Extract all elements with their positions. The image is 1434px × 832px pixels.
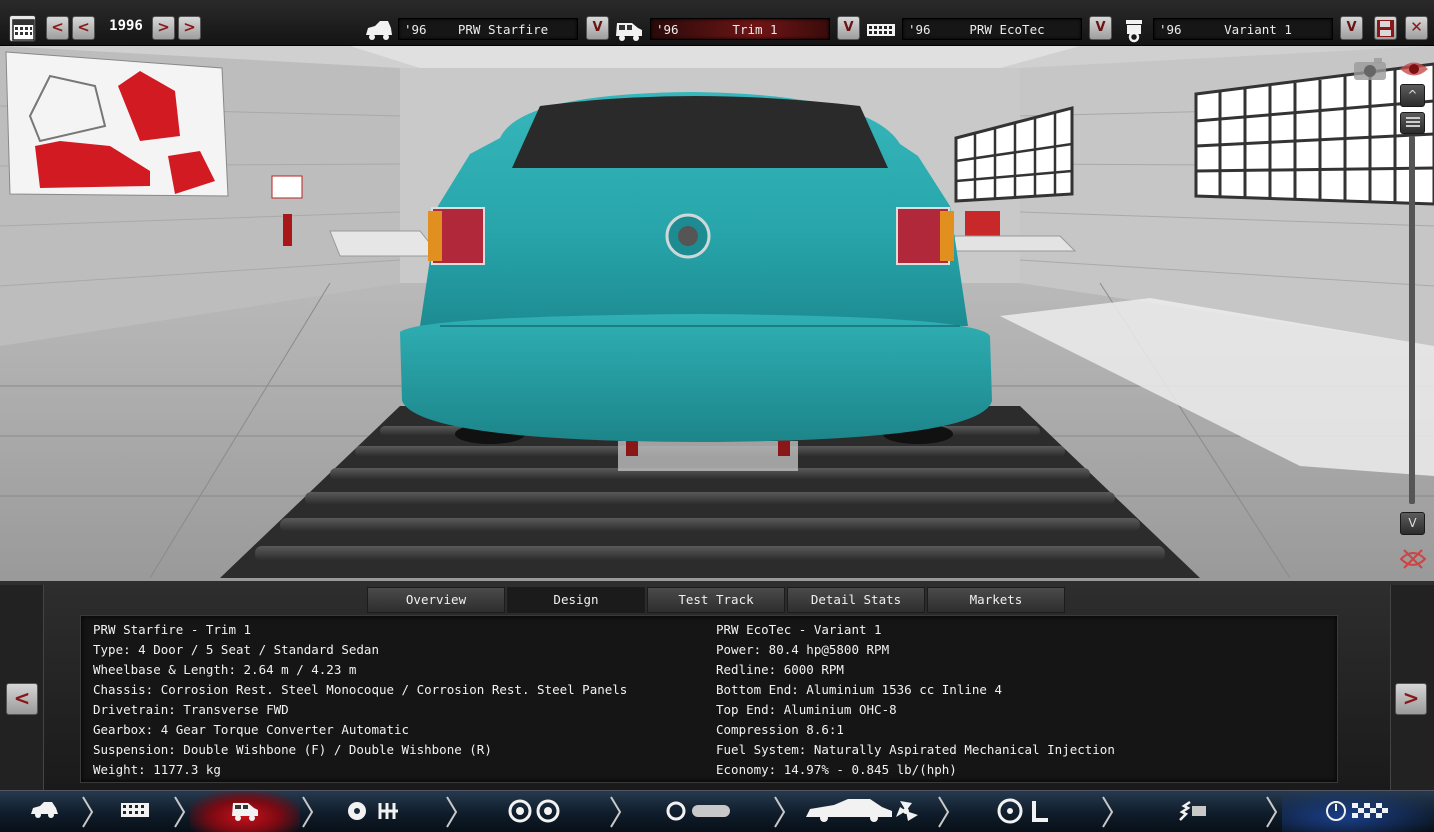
step-separator-icon	[446, 796, 458, 828]
engine-summary-title: PRW EcoTec - Variant 1	[716, 622, 882, 637]
reset-view-icon[interactable]	[1398, 544, 1428, 574]
stat-drivetrain: Drivetrain: Transverse FWD	[93, 702, 289, 717]
stat-compression: Compression 8.6:1	[716, 722, 844, 737]
save-button[interactable]	[1374, 16, 1397, 40]
nav-drivetrain[interactable]	[318, 791, 446, 832]
step-separator-icon	[82, 796, 94, 828]
engine-field[interactable]: '96 PRW EcoTec	[902, 18, 1082, 40]
model-field[interactable]: '96 PRW Starfire	[398, 18, 578, 40]
step-separator-icon	[174, 796, 186, 828]
car-trim-icon	[232, 803, 258, 821]
step-separator-icon	[1266, 796, 1278, 828]
tab-design[interactable]: Design	[507, 587, 645, 613]
car-trim-icon	[614, 17, 644, 43]
stat-wheelbase: Wheelbase & Length: 2.64 m / 4.23 m	[93, 662, 357, 677]
car-body-icon	[31, 802, 58, 818]
year-next-button[interactable]: >	[152, 16, 175, 40]
wheels-icon	[508, 799, 560, 823]
step-separator-icon	[302, 796, 314, 828]
stat-weight: Weight: 1177.3 kg	[93, 762, 221, 777]
stat-redline: Redline: 6000 RPM	[716, 662, 844, 677]
variant-dropdown-button[interactable]: V	[1340, 16, 1363, 40]
nav-model[interactable]	[0, 791, 88, 832]
zoom-scrollbar[interactable]	[1409, 136, 1415, 504]
aero-icon	[806, 799, 918, 822]
panel-prev-button[interactable]: <	[6, 683, 38, 715]
piston-icon	[1120, 17, 1150, 43]
stat-chassis: Chassis: Corrosion Rest. Steel Monocoque…	[93, 682, 628, 697]
car-body-icon	[364, 17, 394, 43]
info-panel: Overview Design Test Track Detail Stats …	[0, 578, 1434, 791]
chassis-icon	[121, 803, 149, 817]
step-separator-icon	[938, 796, 950, 828]
nav-body-fixtures[interactable]	[626, 791, 774, 832]
body-design-icon	[666, 801, 730, 821]
panel-next-button[interactable]: >	[1395, 683, 1427, 715]
engine-dropdown-button[interactable]: V	[1089, 16, 1112, 40]
engine-icon	[866, 17, 896, 43]
nav-suspension[interactable]	[1118, 791, 1266, 832]
stat-gearbox: Gearbox: 4 Gear Torque Converter Automat…	[93, 722, 410, 737]
step-separator-icon	[774, 796, 786, 828]
scroll-down-button[interactable]: V	[1400, 512, 1425, 535]
zoom-slider-handle[interactable]	[1400, 112, 1425, 134]
garage-scene	[0, 46, 1434, 578]
suspension-icon	[1179, 800, 1206, 821]
trim-field[interactable]: '96 Trim 1	[650, 18, 830, 40]
car-3d-viewport[interactable]: ^ V	[0, 46, 1434, 578]
nav-wheels[interactable]	[462, 791, 610, 832]
tab-detail-stats[interactable]: Detail Stats	[787, 587, 925, 613]
camera-icon[interactable]	[1352, 56, 1388, 82]
stat-fuel-system: Fuel System: Naturally Aspirated Mechani…	[716, 742, 1115, 757]
model-dropdown-button[interactable]: V	[586, 16, 609, 40]
nav-trim[interactable]	[190, 791, 300, 832]
top-toolbar: < < 1996 > > '96 PRW Starfire V '96 Trim 1…	[0, 0, 1434, 46]
calendar-icon[interactable]	[9, 15, 36, 42]
step-separator-icon	[1102, 796, 1114, 828]
nav-interior[interactable]	[954, 791, 1102, 832]
interior-icon	[997, 798, 1048, 824]
year-prev-fast-button[interactable]: <	[46, 16, 69, 40]
trim-dropdown-button[interactable]: V	[837, 16, 860, 40]
step-separator-icon	[610, 796, 622, 828]
stat-economy: Economy: 14.97% - 0.845 lb/(hph)	[716, 762, 957, 777]
nav-chassis[interactable]	[96, 791, 174, 832]
tab-test-track[interactable]: Test Track	[647, 587, 785, 613]
save-icon	[1377, 20, 1394, 37]
car-summary-title: PRW Starfire - Trim 1	[93, 622, 252, 637]
nav-testing[interactable]	[1282, 791, 1434, 832]
year-display: 1996	[109, 18, 143, 34]
tab-markets[interactable]: Markets	[927, 587, 1065, 613]
drivetrain-icon	[348, 802, 398, 820]
stat-suspension: Suspension: Double Wishbone (F) / Double…	[93, 742, 492, 757]
stats-box: PRW Starfire - Trim 1 Type: 4 Door / 5 S…	[80, 615, 1338, 783]
year-next-fast-button[interactable]: >	[178, 16, 201, 40]
scroll-up-button[interactable]: ^	[1400, 84, 1425, 107]
tab-overview[interactable]: Overview	[367, 587, 505, 613]
variant-field[interactable]: '96 Variant 1	[1153, 18, 1333, 40]
design-steps-nav	[0, 790, 1434, 832]
test-icon	[1326, 801, 1388, 821]
stat-bottom-end: Bottom End: Aluminium 1536 cc Inline 4	[716, 682, 1002, 697]
stat-type: Type: 4 Door / 5 Seat / Standard Sedan	[93, 642, 379, 657]
stat-top-end: Top End: Aluminium OHC-8	[716, 702, 897, 717]
close-button[interactable]: ✕	[1405, 16, 1428, 40]
nav-aero[interactable]	[790, 791, 938, 832]
eye-icon[interactable]	[1398, 56, 1430, 82]
year-prev-button[interactable]: <	[72, 16, 95, 40]
stat-power: Power: 80.4 hp@5800 RPM	[716, 642, 890, 657]
